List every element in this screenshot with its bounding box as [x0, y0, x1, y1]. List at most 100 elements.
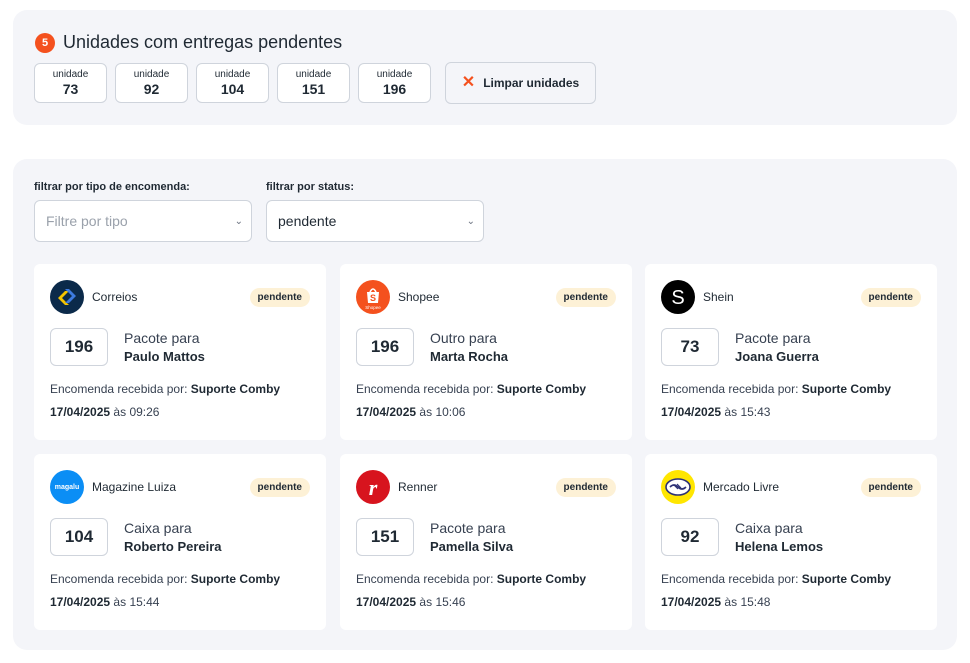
recipient-name: Paulo Mattos [124, 349, 205, 364]
status-badge: pendente [249, 477, 310, 497]
delivery-card[interactable]: r Renner pendente 151 Pacote para Pamell… [340, 454, 632, 630]
carrier: Mercado Livre [661, 470, 779, 504]
status-filter: filtrar por status: pendente ⌄ [266, 181, 484, 242]
unit-chip-104[interactable]: unidade 104 [196, 63, 269, 103]
card-header: S Shopee Shopee pendente [356, 280, 616, 314]
status-badge: pendente [249, 287, 310, 307]
received-datetime: 17/04/2025 às 15:44 [50, 595, 159, 609]
received-by-name: Suporte Comby [496, 382, 587, 396]
delivery-card[interactable]: S Shein pendente 73 Pacote para Joana Gu… [645, 264, 937, 440]
card-header: Correios pendente [50, 280, 310, 314]
close-icon: ✕ [461, 74, 476, 91]
type-filter-select[interactable]: Filtre por tipo ⌄ [34, 200, 252, 242]
delivery-card[interactable]: magalu Magazine Luiza pendente 104 Caixa… [34, 454, 326, 630]
unit-chip-number: 196 [382, 81, 407, 97]
recipient-name: Roberto Pereira [124, 539, 222, 554]
received-prefix: Encomenda recebida por: [50, 572, 188, 586]
received-by-name: Suporte Comby [496, 572, 587, 586]
time-prefix: às [724, 595, 738, 609]
time-prefix: às [724, 405, 738, 419]
clear-units-button[interactable]: ✕ Limpar unidades [445, 62, 596, 104]
recipient-name: Helena Lemos [735, 539, 824, 554]
received-date: 17/04/2025 [661, 405, 722, 419]
status-badge: pendente [860, 477, 921, 497]
units-panel: 5 Unidades com entregas pendentes unidad… [13, 10, 957, 125]
received-by-name: Suporte Comby [801, 572, 892, 586]
svg-text:S: S [370, 293, 376, 303]
unit-chip-73[interactable]: unidade 73 [34, 63, 107, 103]
status-filter-label: filtrar por status: [266, 181, 355, 193]
type-filter-placeholder: Filtre por tipo [46, 213, 128, 229]
status-badge: pendente [555, 287, 616, 307]
card-body: 151 Pacote para Pamella Silva [356, 518, 513, 556]
package-type: Outro para [430, 330, 497, 346]
shopee-logo-icon: S Shopee [356, 280, 390, 314]
received-datetime: 17/04/2025 às 10:06 [356, 405, 465, 419]
status-badge: pendente [555, 477, 616, 497]
carrier-name: Magazine Luiza [92, 480, 177, 494]
received-by-name: Suporte Comby [190, 572, 281, 586]
time-prefix: às [113, 595, 127, 609]
carrier-name: Renner [398, 480, 438, 494]
units-count-badge: 5 [35, 32, 55, 53]
status-filter-select[interactable]: pendente ⌄ [266, 200, 484, 242]
unit-number: 104 [50, 518, 108, 556]
received-time: 09:26 [129, 405, 160, 419]
carrier-name: Shein [703, 290, 734, 304]
received-datetime: 17/04/2025 às 15:43 [661, 405, 770, 419]
unit-number: 92 [661, 518, 719, 556]
received-time: 15:46 [435, 595, 466, 609]
unit-chip-number: 104 [220, 81, 245, 97]
magalu-logo-text: magalu [55, 484, 80, 491]
carrier: Correios [50, 280, 137, 314]
status-filter-value: pendente [278, 213, 337, 229]
units-title: Unidades com entregas pendentes [63, 32, 343, 52]
received-time: 15:44 [129, 595, 160, 609]
mercado-livre-logo-icon [661, 470, 695, 504]
card-header: r Renner pendente [356, 470, 616, 504]
received-by: Encomenda recebida por: Suporte Comby [356, 572, 586, 586]
unit-chip-196[interactable]: unidade 196 [358, 63, 431, 103]
package-type: Caixa para [735, 520, 803, 536]
package-type: Caixa para [124, 520, 192, 536]
carrier-name: Correios [92, 290, 138, 304]
delivery-card[interactable]: Mercado Livre pendente 92 Caixa para Hel… [645, 454, 937, 630]
unit-number: 196 [356, 328, 414, 366]
chevron-down-icon: ⌄ [466, 215, 475, 227]
unit-chip-number: 73 [62, 81, 79, 97]
unit-chip-number: 92 [143, 81, 160, 97]
correios-logo-icon [50, 280, 84, 314]
unit-chip-151[interactable]: unidade 151 [277, 63, 350, 103]
received-by: Encomenda recebida por: Suporte Comby [50, 382, 280, 396]
card-header: magalu Magazine Luiza pendente [50, 470, 310, 504]
received-datetime: 17/04/2025 às 09:26 [50, 405, 159, 419]
card-body: 92 Caixa para Helena Lemos [661, 518, 823, 556]
unit-chip-label: unidade [133, 69, 170, 80]
card-header: S Shein pendente [661, 280, 921, 314]
renner-logo-letter: r [369, 475, 378, 500]
received-by-name: Suporte Comby [190, 382, 281, 396]
received-date: 17/04/2025 [50, 595, 111, 609]
card-body: 73 Pacote para Joana Guerra [661, 328, 819, 366]
received-time: 10:06 [435, 405, 466, 419]
carrier: magalu Magazine Luiza [50, 470, 176, 504]
delivery-card[interactable]: Correios pendente 196 Pacote para Paulo … [34, 264, 326, 440]
received-datetime: 17/04/2025 às 15:48 [661, 595, 770, 609]
recipient-name: Marta Rocha [430, 349, 509, 364]
unit-chip-92[interactable]: unidade 92 [115, 63, 188, 103]
shein-logo-letter: S [671, 287, 684, 309]
magalu-logo-icon: magalu [50, 470, 84, 504]
received-date: 17/04/2025 [50, 405, 111, 419]
card-body: 196 Outro para Marta Rocha [356, 328, 508, 366]
package-type: Pacote para [124, 330, 200, 346]
unit-chip-label: unidade [295, 69, 332, 80]
received-prefix: Encomenda recebida por: [50, 382, 188, 396]
received-date: 17/04/2025 [356, 595, 417, 609]
unit-chip-list: unidade 73 unidade 92 unidade 104 unidad… [34, 62, 596, 104]
type-filter-label: filtrar por tipo de encomenda: [34, 181, 190, 193]
received-time: 15:43 [740, 405, 771, 419]
unit-number: 196 [50, 328, 108, 366]
delivery-card[interactable]: S Shopee Shopee pendente 196 Outro para … [340, 264, 632, 440]
received-by: Encomenda recebida por: Suporte Comby [356, 382, 586, 396]
received-by: Encomenda recebida por: Suporte Comby [50, 572, 280, 586]
